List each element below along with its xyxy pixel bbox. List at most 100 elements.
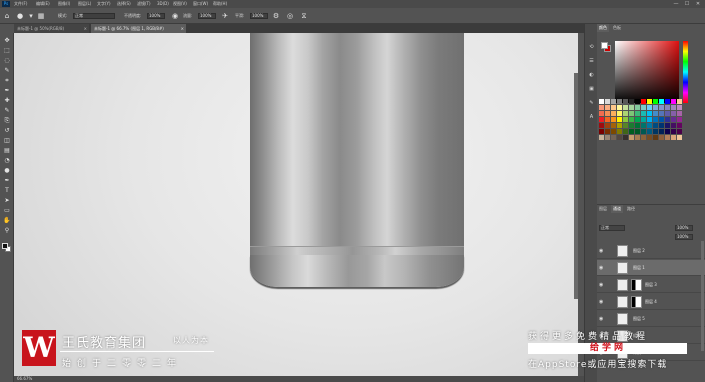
color-swatch[interactable] [605,99,610,104]
color-swatch[interactable] [677,117,682,122]
color-swatch[interactable] [599,105,604,110]
color-swatch[interactable] [653,135,658,140]
tab-paths[interactable]: 路径 [625,205,637,213]
minimize-icon[interactable]: — [672,0,680,8]
layer-opacity-field[interactable]: 100% [675,225,693,231]
dodge-icon[interactable]: ● [3,167,11,175]
eyedropper-icon[interactable]: ✒ [3,87,11,95]
color-swatch[interactable] [599,123,604,128]
tab-channels[interactable]: 通道 [611,205,623,213]
color-swatch[interactable] [617,129,622,134]
color-swatch[interactable] [677,105,682,110]
color-swatch[interactable] [623,135,628,140]
visibility-eye-icon[interactable]: ◉ [599,264,605,272]
color-swatch[interactable] [677,129,682,134]
layer-row[interactable]: ◉ 图层 1 [597,260,705,276]
brush-preset-icon[interactable]: ● [16,12,24,20]
color-swatch[interactable] [665,111,670,116]
color-swatch[interactable] [671,105,676,110]
menu-help[interactable]: 帮助(H) [213,0,227,8]
color-swatch[interactable] [665,105,670,110]
layer-mask-thumbnail[interactable] [631,296,642,308]
layers-scrollbar[interactable] [701,241,704,351]
color-swatch[interactable] [617,135,622,140]
brushes-icon[interactable]: ✎ [588,100,595,107]
document-canvas[interactable] [14,33,578,378]
healing-icon[interactable]: ✚ [3,97,11,105]
color-swatch[interactable] [641,105,646,110]
color-swatch[interactable] [671,129,676,134]
layer-row[interactable]: ◉ 图层 4 [597,294,705,310]
menu-layer[interactable]: 图层(L) [78,0,91,8]
color-swatch[interactable] [647,135,652,140]
visibility-eye-icon[interactable]: ◉ [599,298,605,306]
visibility-eye-icon[interactable]: ◉ [599,315,605,323]
color-swatch[interactable] [617,99,622,104]
maximize-icon[interactable]: ☐ [683,0,691,8]
path-select-icon[interactable]: ➤ [3,197,11,205]
color-swatch[interactable] [617,123,622,128]
color-swatch[interactable] [617,111,622,116]
color-swatch[interactable] [611,123,616,128]
color-swatch[interactable] [617,117,622,122]
tab-swatches[interactable]: 色板 [611,24,623,32]
blend-mode-select[interactable]: 正常 [599,225,625,231]
character-icon[interactable]: A [588,114,595,121]
color-swatch[interactable] [611,129,616,134]
color-swatch[interactable] [653,117,658,122]
color-swatch[interactable] [599,117,604,122]
color-swatch[interactable] [647,99,652,104]
menu-view[interactable]: 视图(V) [173,0,187,8]
menu-image[interactable]: 图像(I) [58,0,70,8]
visibility-eye-icon[interactable]: ◉ [599,281,605,289]
brush-icon[interactable]: ✎ [3,107,11,115]
pressure-size-icon[interactable]: ◎ [286,12,294,20]
tab-layers[interactable]: 图层 [597,205,609,213]
quick-select-icon[interactable]: ✎ [3,67,11,75]
color-swatch[interactable] [647,129,652,134]
move-icon[interactable]: ✥ [3,37,11,45]
color-swatch[interactable] [605,117,610,122]
color-swatch[interactable] [629,105,634,110]
color-swatch[interactable] [659,117,664,122]
close-icon[interactable]: ✕ [694,0,702,8]
tab-color[interactable]: 颜色 [597,24,609,32]
color-swatch[interactable] [641,117,646,122]
history-brush-icon[interactable]: ↺ [3,127,11,135]
color-swatch[interactable] [611,105,616,110]
shape-icon[interactable]: ▭ [3,207,11,215]
color-swatch[interactable] [605,105,610,110]
layer-mask-thumbnail[interactable] [631,279,642,291]
color-swatch[interactable] [635,123,640,128]
color-swatch[interactable] [677,135,682,140]
color-swatch[interactable] [671,135,676,140]
symmetry-icon[interactable]: ⧖ [300,12,308,20]
hand-icon[interactable]: ✋ [3,217,11,225]
color-swatch[interactable] [599,129,604,134]
color-swatch[interactable] [611,111,616,116]
color-swatch[interactable] [653,111,658,116]
color-swatch[interactable] [647,123,652,128]
color-swatch[interactable] [665,117,670,122]
color-swatch[interactable] [611,99,616,104]
color-swatch[interactable] [605,123,610,128]
color-swatch[interactable] [677,99,682,104]
color-swatch[interactable] [635,105,640,110]
menu-3d[interactable]: 3D(D) [157,0,169,8]
color-swatch[interactable] [665,99,670,104]
color-swatch[interactable] [677,123,682,128]
smoothing-settings-icon[interactable]: ⚙ [272,12,280,20]
eraser-icon[interactable]: ◫ [3,137,11,145]
close-tab-icon[interactable]: × [181,24,184,33]
flow-field[interactable]: 100% [198,13,216,19]
gradient-icon[interactable]: ▤ [3,147,11,155]
color-swatch[interactable] [641,129,646,134]
layer-fill-field[interactable]: 100% [675,234,693,240]
color-swatch[interactable] [665,123,670,128]
home-icon[interactable]: ⌂ [3,12,11,20]
color-picker-field[interactable] [615,41,679,103]
color-swatch[interactable] [659,129,664,134]
stamp-icon[interactable]: ⎘ [3,117,11,125]
color-swatch[interactable] [623,105,628,110]
vertical-scrollbar[interactable] [574,73,578,299]
